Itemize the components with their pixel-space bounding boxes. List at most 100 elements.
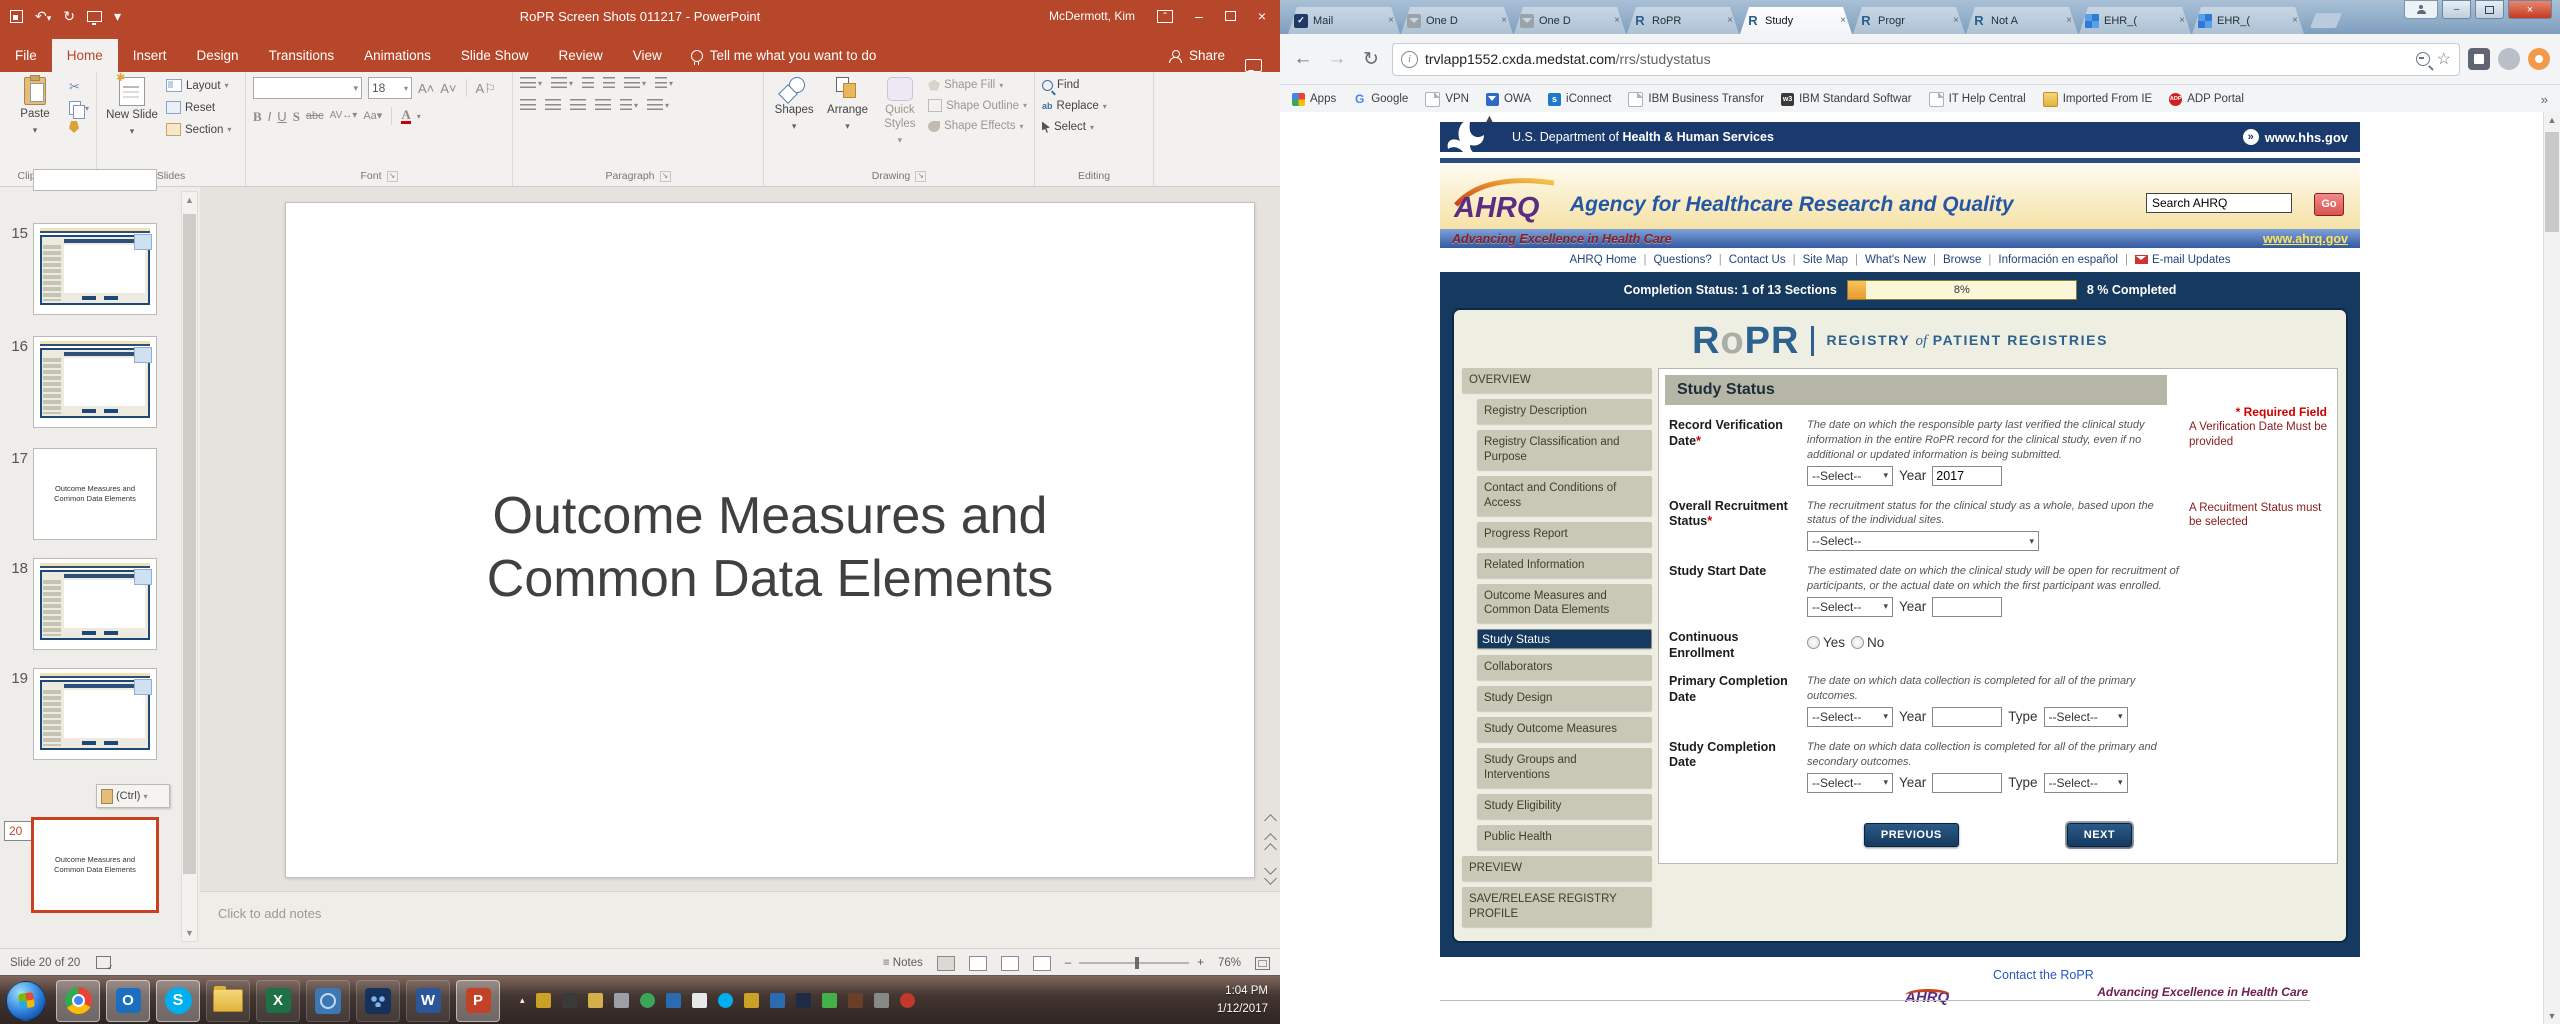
taskbar-browser-icon[interactable] [306,980,350,1022]
paste-button[interactable]: Paste ▾ [7,77,63,136]
next-slide-button[interactable] [1266,864,1275,883]
align-left-button[interactable] [520,99,536,111]
month-select[interactable]: --Select--▾ [1807,773,1893,793]
cut-button[interactable]: ✂ [69,79,89,95]
start-button[interactable] [6,981,46,1021]
tray-icon[interactable] [874,993,889,1008]
find-button[interactable]: Find [1042,79,1107,91]
decrease-indent-button[interactable] [582,77,594,89]
thumbnail-scrollbar[interactable]: ▲ ▼ [181,191,198,942]
drawing-dialog-launcher[interactable]: ↘ [915,171,926,182]
tray-icon[interactable] [614,993,629,1008]
normal-view-button[interactable] [937,956,955,971]
comments-icon[interactable] [1245,59,1262,72]
font-size-combo[interactable]: 18▾ [368,77,412,99]
tray-icon[interactable] [692,993,707,1008]
spellcheck-icon[interactable] [96,956,111,969]
nav-whats-new[interactable]: What's New [1865,254,1926,266]
tab-close-icon[interactable]: × [1614,15,1620,26]
scroll-up-icon[interactable]: ▲ [2544,112,2560,128]
tray-icon[interactable] [848,993,863,1008]
tray-icon[interactable] [718,993,733,1008]
tab-insert[interactable]: Insert [118,39,182,72]
tray-icon[interactable] [666,993,681,1008]
hhs-gov-link[interactable]: » www.hhs.gov [2243,129,2348,145]
forward-button[interactable]: → [1324,48,1350,70]
tab-view[interactable]: View [618,39,677,72]
bookmark-ibm-standard[interactable]: w3IBM Standard Softwar [1781,93,1912,106]
slide-title-text[interactable]: Outcome Measures and Common Data Element… [286,485,1254,612]
tab-home[interactable]: Home [52,39,118,72]
sidebar-item-save-release[interactable]: SAVE/RELEASE REGISTRY PROFILE [1462,887,1652,927]
tab-close-icon[interactable]: × [1501,15,1507,26]
notes-toggle-button[interactable]: ≡ Notes [883,957,923,969]
shape-effects-button[interactable]: Shape Effects ▾ [928,120,1027,132]
redo-icon[interactable]: ↻ [63,9,75,23]
taskbar-explorer-icon[interactable] [206,980,250,1022]
slideshow-view-button[interactable] [1033,956,1051,971]
minimize-button[interactable]: – [2442,0,2471,19]
paste-options-button[interactable]: (Ctrl) ▾ [96,784,170,808]
shrink-font-button[interactable]: A˅ [440,82,456,95]
bookmark-owa[interactable]: OWA [1486,93,1531,106]
sidebar-item-public-health[interactable]: Public Health [1477,825,1652,850]
tray-icon[interactable] [744,993,759,1008]
scroll-down-icon[interactable]: ▼ [182,925,197,941]
sidebar-item-related-information[interactable]: Related Information [1477,553,1652,578]
bookmark-it-help[interactable]: IT Help Central [1929,92,2026,107]
volume-muted-icon[interactable] [900,993,915,1008]
year-input[interactable] [1932,466,2002,486]
browser-tab-onedrive-1[interactable]: One D × [1401,7,1513,34]
sidebar-item-preview[interactable]: PREVIEW [1462,856,1652,881]
font-name-combo[interactable]: ▾ [253,77,362,99]
taskbar-word-icon[interactable]: W [406,980,450,1022]
zoom-level[interactable]: 76% [1218,957,1241,969]
clear-formatting-button[interactable]: A⚐ [476,82,496,95]
slide-thumbnail-partial[interactable] [33,169,157,191]
tray-icon[interactable] [588,993,603,1008]
fit-slide-icon[interactable] [1255,957,1270,970]
tray-icon[interactable] [770,993,785,1008]
new-tab-button[interactable] [2310,13,2342,28]
taskbar-skype-icon[interactable]: S [156,980,200,1022]
sidebar-item-outcome-measures[interactable]: Outcome Measures and Common Data Element… [1477,584,1652,624]
taskbar-excel-icon[interactable]: X [256,980,300,1022]
notes-pane[interactable]: Click to add notes [200,891,1280,948]
scroll-down-icon[interactable]: ▼ [2544,1008,2560,1024]
browser-tab-nota[interactable]: R Not A × [1966,7,2078,34]
site-info-icon[interactable]: i [1401,51,1418,68]
ahrq-gov-link[interactable]: www.ahrq.gov [2263,232,2348,246]
shape-fill-button[interactable]: Shape Fill ▾ [928,79,1027,91]
tab-close-icon[interactable]: × [1840,15,1846,26]
current-slide[interactable]: Outcome Measures and Common Data Element… [285,202,1255,878]
show-hidden-icons[interactable]: ▴ [520,995,525,1006]
contact-ropr-link[interactable]: Contact the RoPR [1993,968,2094,982]
strikethrough-button[interactable]: abc [306,111,324,122]
grow-font-button[interactable]: A˄ [418,82,434,95]
slide-thumbnail-18[interactable] [33,558,157,650]
sidebar-item-registry-classification[interactable]: Registry Classification and Purpose [1477,430,1652,470]
increase-indent-button[interactable] [603,77,615,89]
nav-email-updates[interactable]: E-mail Updates [2135,254,2231,266]
tray-icon[interactable] [796,993,811,1008]
extension-icon-1[interactable] [2468,48,2490,70]
zoom-in-icon[interactable]: + [1197,957,1204,969]
replace-button[interactable]: abReplace ▾ [1042,100,1107,112]
browser-tab-ropr[interactable]: R RoPR × [1627,7,1739,34]
slide-sorter-view-button[interactable] [969,956,987,971]
tab-close-icon[interactable]: × [2066,15,2072,26]
customize-qat-icon[interactable]: ▾ [114,9,121,23]
tab-animations[interactable]: Animations [349,39,446,72]
close-button[interactable]: × [2508,0,2552,19]
previous-slide-button[interactable] [1266,835,1275,854]
bookmark-ibm-business[interactable]: IBM Business Transfor [1628,92,1764,107]
tray-icon[interactable] [640,993,655,1008]
select-button[interactable]: Select ▾ [1042,121,1107,133]
tab-close-icon[interactable]: × [1388,15,1394,26]
bookmark-vpn[interactable]: VPN [1425,92,1469,107]
share-button[interactable]: Share [1159,39,1235,72]
scroll-up-icon[interactable]: ▲ [182,192,197,208]
go-button[interactable]: Go [2314,193,2344,216]
tray-icon[interactable] [822,993,837,1008]
browser-tab-progress[interactable]: R Progr × [1853,7,1965,34]
